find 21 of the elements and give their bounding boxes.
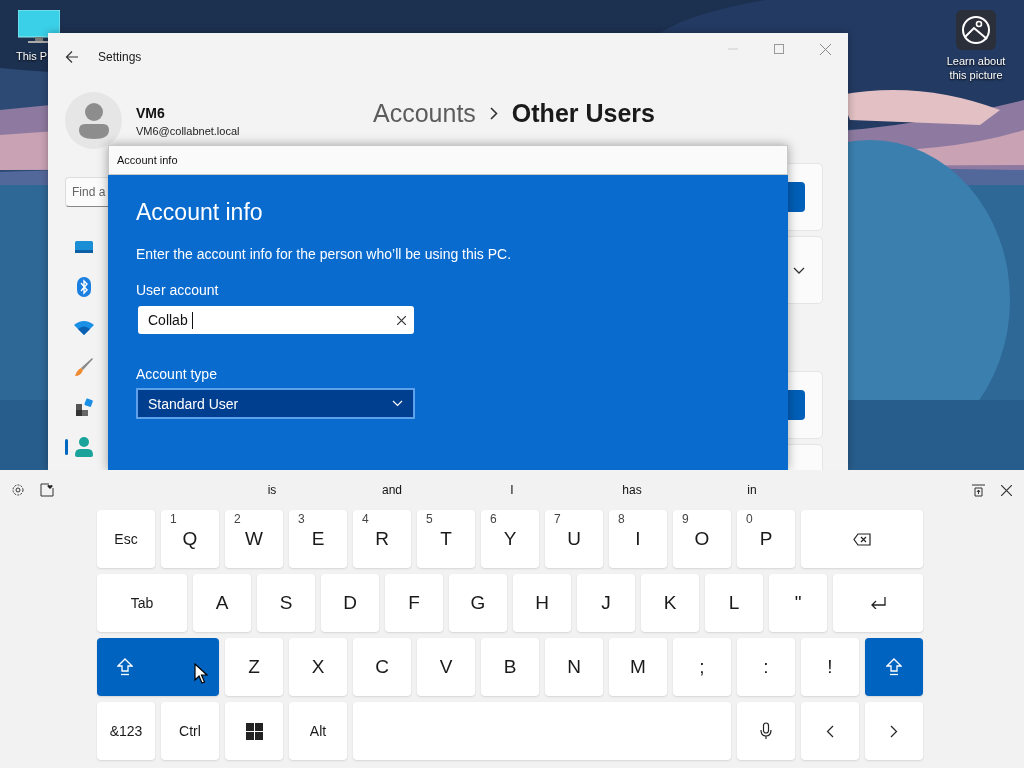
key-number-hint: 5 bbox=[426, 512, 433, 526]
key-number-hint: 9 bbox=[682, 512, 689, 526]
dialog-heading: Account info bbox=[136, 199, 263, 226]
window-title: Settings bbox=[98, 50, 142, 64]
dialog-description: Enter the account info for the person who’ll be using this PC. bbox=[136, 246, 512, 262]
key-number-hint: 6 bbox=[490, 512, 497, 526]
key-number-hint: 1 bbox=[170, 512, 177, 526]
desktop-icon-label: This P bbox=[16, 50, 48, 62]
key-number-hint: 4 bbox=[362, 512, 369, 526]
dialog-title: Account info bbox=[108, 145, 788, 175]
key-number-hint: 7 bbox=[554, 512, 561, 526]
breadcrumb-item: Other Users bbox=[511, 98, 655, 128]
key-number-hint: 3 bbox=[298, 512, 305, 526]
user-name: VM6 bbox=[136, 104, 166, 121]
key-number-hint: 8 bbox=[618, 512, 625, 526]
key-number-hint: 0 bbox=[746, 512, 753, 526]
desktop-icon-label: Learn about this picture bbox=[945, 54, 1007, 82]
user-email: VM6@collabnet.local bbox=[136, 124, 240, 137]
key-number-hint: 2 bbox=[234, 512, 241, 526]
field-label: User account bbox=[136, 282, 219, 298]
field-label: Account type bbox=[136, 366, 217, 382]
